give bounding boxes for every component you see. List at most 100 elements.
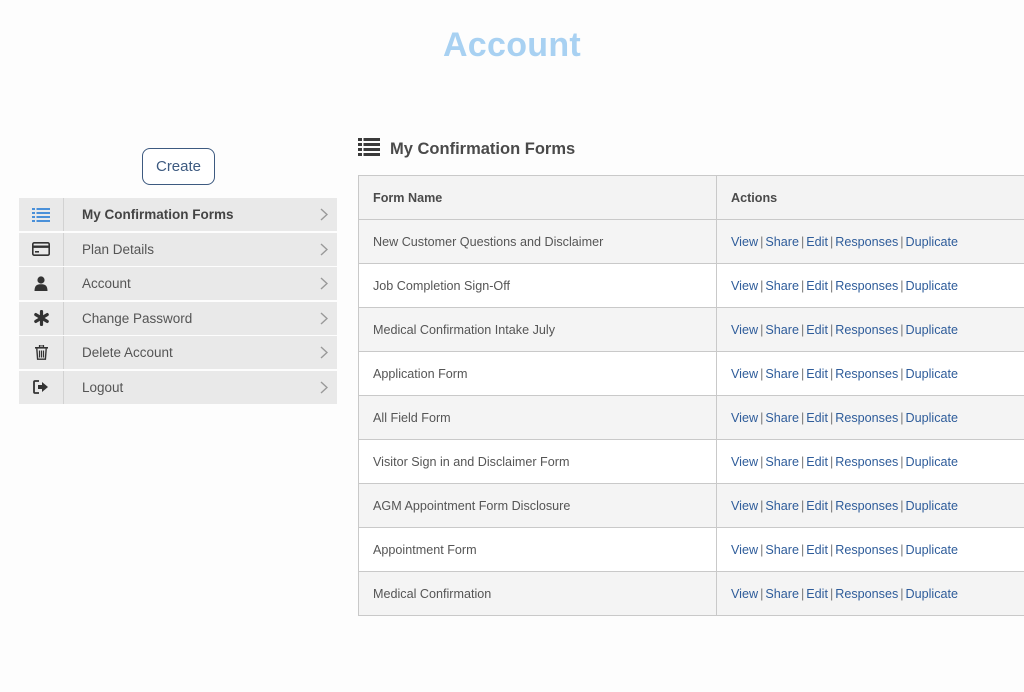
edit-link[interactable]: Edit xyxy=(806,455,828,469)
actions-cell: View | Share | Edit | Responses | Duplicate xyxy=(716,527,1024,572)
share-link[interactable]: Share xyxy=(765,367,799,381)
share-link[interactable]: Share xyxy=(765,455,799,469)
table-row: Application Form View | Share | Edit | Response… xyxy=(358,351,1024,396)
view-link[interactable]: View xyxy=(731,235,758,249)
duplicate-link[interactable]: Duplicate xyxy=(906,543,959,557)
duplicate-link[interactable]: Duplicate xyxy=(906,279,959,293)
responses-link[interactable]: Responses xyxy=(835,367,898,381)
sidebar-item-label: Delete Account xyxy=(82,345,173,361)
duplicate-link[interactable]: Duplicate xyxy=(906,367,959,381)
sidebar-item-logout[interactable]: Logout xyxy=(19,370,337,404)
form-name-cell: Visitor Sign in and Disclaimer Form xyxy=(358,439,717,484)
share-link[interactable]: Share xyxy=(765,543,799,557)
view-link[interactable]: View xyxy=(731,587,758,601)
responses-link[interactable]: Responses xyxy=(835,587,898,601)
duplicate-link[interactable]: Duplicate xyxy=(906,587,959,601)
edit-link[interactable]: Edit xyxy=(806,411,828,425)
view-link[interactable]: View xyxy=(731,455,758,469)
action-separator: | xyxy=(900,366,904,381)
responses-link[interactable]: Responses xyxy=(835,323,898,337)
action-separator: | xyxy=(900,234,904,249)
action-separator: | xyxy=(900,322,904,337)
edit-link[interactable]: Edit xyxy=(806,235,828,249)
actions-cell: View | Share | Edit | Responses | Duplicate xyxy=(716,571,1024,616)
forms-table: Form Name Actions New Customer Questions… xyxy=(358,175,1024,616)
edit-link[interactable]: Edit xyxy=(806,543,828,557)
create-button[interactable]: Create xyxy=(142,148,215,185)
share-link[interactable]: Share xyxy=(765,279,799,293)
action-separator: | xyxy=(900,542,904,557)
form-name-cell: Medical Confirmation Intake July xyxy=(358,307,717,352)
form-name-cell: Job Completion Sign-Off xyxy=(358,263,717,308)
section-heading: My Confirmation Forms xyxy=(358,138,575,161)
credit-card-icon xyxy=(19,232,64,266)
trash-icon xyxy=(19,336,64,370)
share-link[interactable]: Share xyxy=(765,323,799,337)
edit-link[interactable]: Edit xyxy=(806,587,828,601)
duplicate-link[interactable]: Duplicate xyxy=(906,499,959,513)
sidebar-item-label: Plan Details xyxy=(82,241,155,257)
duplicate-link[interactable]: Duplicate xyxy=(906,323,959,337)
view-link[interactable]: View xyxy=(731,279,758,293)
responses-link[interactable]: Responses xyxy=(835,499,898,513)
sign-out-icon xyxy=(19,370,64,404)
sidebar-item-account[interactable]: Account xyxy=(19,267,337,301)
duplicate-link[interactable]: Duplicate xyxy=(906,455,959,469)
table-row: Medical Confirmation View | Share | Edit | Resp… xyxy=(358,571,1024,616)
view-link[interactable]: View xyxy=(731,543,758,557)
duplicate-link[interactable]: Duplicate xyxy=(906,235,959,249)
table-row: Medical Confirmation Intake July View | Sha… xyxy=(358,307,1024,352)
responses-link[interactable]: Responses xyxy=(835,235,898,249)
action-separator: | xyxy=(900,410,904,425)
responses-link[interactable]: Responses xyxy=(835,411,898,425)
share-link[interactable]: Share xyxy=(765,411,799,425)
actions-cell: View | Share | Edit | Responses | Duplicate xyxy=(716,483,1024,528)
actions-cell: View | Share | Edit | Responses | Duplicate xyxy=(716,395,1024,440)
view-link[interactable]: View xyxy=(731,323,758,337)
sidebar-item-plan-details[interactable]: Plan Details xyxy=(19,232,337,266)
actions-cell: View | Share | Edit | Responses | Duplicate xyxy=(716,219,1024,264)
sidebar-item-delete-account[interactable]: Delete Account xyxy=(19,336,337,370)
form-name-cell: AGM Appointment Form Disclosure xyxy=(358,483,717,528)
sidebar-item-label: Account xyxy=(82,276,131,292)
form-name-cell: Medical Confirmation xyxy=(358,571,717,616)
action-separator: | xyxy=(900,454,904,469)
chevron-right-icon xyxy=(320,312,328,325)
view-link[interactable]: View xyxy=(731,499,758,513)
table-row: AGM Appointment Form Disclosure View | Shar… xyxy=(358,483,1024,528)
chevron-right-icon xyxy=(320,208,328,221)
edit-link[interactable]: Edit xyxy=(806,499,828,513)
responses-link[interactable]: Responses xyxy=(835,543,898,557)
asterisk-icon xyxy=(19,301,64,335)
chevron-right-icon xyxy=(320,243,328,256)
actions-cell: View | Share | Edit | Responses | Duplicate xyxy=(716,263,1024,308)
responses-link[interactable]: Responses xyxy=(835,279,898,293)
view-link[interactable]: View xyxy=(731,411,758,425)
page-title: Account xyxy=(442,26,582,64)
chevron-right-icon xyxy=(320,346,328,359)
actions-cell: View | Share | Edit | Responses | Duplicate xyxy=(716,351,1024,396)
edit-link[interactable]: Edit xyxy=(806,279,828,293)
view-link[interactable]: View xyxy=(731,367,758,381)
edit-link[interactable]: Edit xyxy=(806,367,828,381)
sidebar-item-change-password[interactable]: Change Password xyxy=(19,301,337,335)
column-header-form-name: Form Name xyxy=(358,175,717,220)
share-link[interactable]: Share xyxy=(765,587,799,601)
responses-link[interactable]: Responses xyxy=(835,455,898,469)
sidebar-item-my-confirmation-forms[interactable]: My Confirmation Forms xyxy=(19,198,337,231)
table-header-row: Form Name Actions xyxy=(358,175,1024,220)
share-link[interactable]: Share xyxy=(765,499,799,513)
chevron-right-icon xyxy=(320,277,328,290)
share-link[interactable]: Share xyxy=(765,235,799,249)
action-separator: | xyxy=(900,278,904,293)
table-row: New Customer Questions and Disclaimer Vie… xyxy=(358,219,1024,264)
form-name-cell: Appointment Form xyxy=(358,527,717,572)
sidebar-item-label: Logout xyxy=(82,379,124,395)
sidebar-item-label: Change Password xyxy=(82,310,193,326)
column-header-actions: Actions xyxy=(716,175,1024,220)
actions-cell: View | Share | Edit | Responses | Duplicate xyxy=(716,307,1024,352)
edit-link[interactable]: Edit xyxy=(806,323,828,337)
duplicate-link[interactable]: Duplicate xyxy=(906,411,959,425)
table-row: All Field Form View | Share | Edit | Responses |… xyxy=(358,395,1024,440)
sidebar-nav: My Confirmation Forms Plan Details Accou… xyxy=(19,198,337,406)
